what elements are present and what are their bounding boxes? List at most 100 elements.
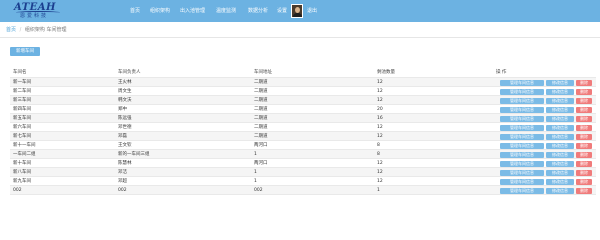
- top-navbar: ATEAH 恩爱科技 首页 组织架构 出入池管理 温度监测 数据分析 设置 退出: [0, 0, 600, 22]
- manage-workshop-button[interactable]: 管理车间信息: [500, 106, 544, 113]
- delete-button[interactable]: 删除: [576, 160, 592, 167]
- table-body: 新一车间 王火林 二期道 12 管理车间信息 修改信息 删除 新二车间 周文生 二期道 12 管理车间…: [10, 78, 596, 195]
- cell-workshop-name: 新四车间: [13, 107, 31, 112]
- edit-info-button[interactable]: 修改信息: [546, 124, 574, 131]
- table-row: 新十一车间 王文钦 两河口 8 管理车间信息 修改信息 删除: [10, 141, 596, 150]
- delete-button[interactable]: 删除: [576, 124, 592, 131]
- table-row: 新十车间 陈慧林 两河口 12 管理车间信息 修改信息 删除: [10, 159, 596, 168]
- delete-button[interactable]: 删除: [576, 142, 592, 149]
- cell-pool-count: 12: [377, 170, 383, 175]
- delete-button[interactable]: 删除: [576, 169, 592, 176]
- table-row: 新四车间 郑中 二期道 20 管理车间信息 修改信息 删除: [10, 105, 596, 114]
- cell-pool-count: 16: [377, 116, 383, 121]
- cell-workshop-name: 新九车间: [13, 179, 31, 184]
- cell-workshop-manager: 韩文沃: [118, 98, 132, 103]
- cell-workshop-name: 新一车间: [13, 80, 31, 85]
- manage-workshop-button[interactable]: 管理车间信息: [500, 133, 544, 140]
- cell-workshop-name: 002: [13, 188, 22, 193]
- delete-button[interactable]: 删除: [576, 115, 592, 122]
- manage-workshop-button[interactable]: 管理车间信息: [500, 88, 544, 95]
- cell-workshop-name: 一车间二组: [13, 152, 36, 157]
- table-row: 新三车间 韩文沃 二期道 12 管理车间信息 修改信息 删除: [10, 96, 596, 105]
- delete-button[interactable]: 删除: [576, 133, 592, 140]
- breadcrumb: 首页 / 组织架构 车间管理: [6, 26, 66, 34]
- delete-button[interactable]: 删除: [576, 187, 592, 194]
- cell-pool-count: 12: [377, 125, 383, 130]
- cell-pool-count: 12: [377, 161, 383, 166]
- manage-workshop-button[interactable]: 管理车间信息: [500, 97, 544, 104]
- nav-home[interactable]: 首页: [130, 0, 140, 22]
- company-logo[interactable]: ATEAH 恩爱科技: [14, 3, 62, 20]
- manage-workshop-button[interactable]: 管理车间信息: [500, 79, 544, 86]
- cell-pool-count: 20: [377, 107, 383, 112]
- cell-workshop-address: 1: [254, 170, 257, 175]
- manage-workshop-button[interactable]: 管理车间信息: [500, 160, 544, 167]
- nav-organization[interactable]: 组织架构: [150, 0, 170, 22]
- cell-workshop-manager: 邓磊: [118, 134, 127, 139]
- edit-info-button[interactable]: 修改信息: [546, 169, 574, 176]
- manage-workshop-button[interactable]: 管理车间信息: [500, 178, 544, 185]
- cell-workshop-address: 二期道: [254, 107, 268, 112]
- edit-info-button[interactable]: 修改信息: [546, 106, 574, 113]
- cell-pool-count: 1: [377, 188, 380, 193]
- cell-workshop-manager: 郑中: [118, 107, 127, 112]
- cell-workshop-name: 新五车间: [13, 116, 31, 121]
- cell-workshop-address: 1: [254, 152, 257, 157]
- manage-workshop-button[interactable]: 管理车间信息: [500, 142, 544, 149]
- table-row: 新九车间 邓超 1 12 管理车间信息 修改信息 删除: [10, 177, 596, 186]
- edit-info-button[interactable]: 修改信息: [546, 178, 574, 185]
- edit-info-button[interactable]: 修改信息: [546, 115, 574, 122]
- edit-info-button[interactable]: 修改信息: [546, 79, 574, 86]
- delete-button[interactable]: 删除: [576, 79, 592, 86]
- table-header: 车间名 车间负责人 车间地址 剩池数量 操 作: [10, 68, 596, 78]
- cell-workshop-manager: 新的一车间三组: [118, 152, 150, 157]
- edit-info-button[interactable]: 修改信息: [546, 142, 574, 149]
- nav-data-analysis[interactable]: 数据分析: [248, 0, 268, 22]
- cell-workshop-manager: 王火林: [118, 80, 132, 85]
- header-actions: 操 作: [496, 70, 507, 75]
- edit-info-button[interactable]: 修改信息: [546, 160, 574, 167]
- edit-info-button[interactable]: 修改信息: [546, 97, 574, 104]
- nav-temperature[interactable]: 温度监测: [216, 0, 236, 22]
- cell-workshop-name: 新十车间: [13, 161, 31, 166]
- delete-button[interactable]: 删除: [576, 88, 592, 95]
- avatar[interactable]: [291, 4, 303, 18]
- cell-workshop-address: 1: [254, 179, 257, 184]
- cell-workshop-address: 二期道: [254, 134, 268, 139]
- breadcrumb-home[interactable]: 首页: [6, 27, 16, 33]
- manage-workshop-button[interactable]: 管理车间信息: [500, 124, 544, 131]
- manage-workshop-button[interactable]: 管理车间信息: [500, 187, 544, 194]
- nav-pool-inout[interactable]: 出入池管理: [180, 0, 205, 22]
- header-workshop-manager: 车间负责人: [118, 70, 141, 75]
- cell-workshop-address: 二期道: [254, 98, 268, 103]
- edit-info-button[interactable]: 修改信息: [546, 133, 574, 140]
- delete-button[interactable]: 删除: [576, 106, 592, 113]
- table-row: 新五车间 陈远强 二期道 16 管理车间信息 修改信息 删除: [10, 114, 596, 123]
- logo-subtext: 恩爱科技: [20, 13, 49, 19]
- cell-workshop-address: 二期道: [254, 125, 268, 130]
- cell-workshop-address: 二期道: [254, 80, 268, 85]
- cell-workshop-address: 两河口: [254, 161, 268, 166]
- table-row: 002 002 002 1 管理车间信息 修改信息 删除: [10, 186, 596, 195]
- delete-button[interactable]: 删除: [576, 151, 592, 158]
- cell-pool-count: 12: [377, 89, 383, 94]
- manage-workshop-button[interactable]: 管理车间信息: [500, 151, 544, 158]
- delete-button[interactable]: 删除: [576, 97, 592, 104]
- delete-button[interactable]: 删除: [576, 178, 592, 185]
- breadcrumb-current: 组织架构 车间管理: [24, 27, 67, 33]
- table-row: 一车间二组 新的一车间三组 1 8 管理车间信息 修改信息 删除: [10, 150, 596, 159]
- edit-info-button[interactable]: 修改信息: [546, 187, 574, 194]
- manage-workshop-button[interactable]: 管理车间信息: [500, 169, 544, 176]
- cell-workshop-manager: 邓超: [118, 179, 127, 184]
- nav-settings[interactable]: 设置: [277, 0, 287, 22]
- manage-workshop-button[interactable]: 管理车间信息: [500, 115, 544, 122]
- edit-info-button[interactable]: 修改信息: [546, 151, 574, 158]
- edit-info-button[interactable]: 修改信息: [546, 88, 574, 95]
- cell-workshop-name: 新十一车间: [13, 143, 36, 148]
- breadcrumb-separator: /: [19, 27, 22, 33]
- cell-pool-count: 12: [377, 80, 383, 85]
- cell-pool-count: 8: [377, 143, 380, 148]
- logout-link[interactable]: 退出: [307, 0, 317, 22]
- cell-workshop-manager: 王文钦: [118, 143, 132, 148]
- add-workshop-button[interactable]: 新增车间: [10, 47, 40, 56]
